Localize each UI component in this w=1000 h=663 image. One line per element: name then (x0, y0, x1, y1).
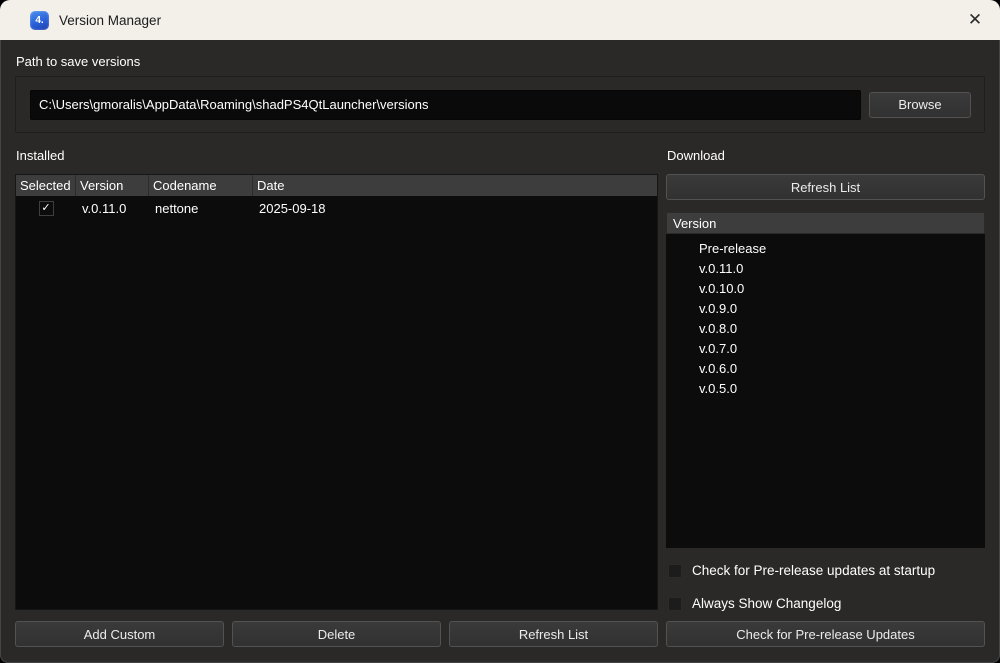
list-item[interactable]: Pre-release (666, 239, 985, 259)
download-list-header[interactable]: Version (666, 212, 985, 234)
column-header-selected[interactable]: Selected (16, 175, 76, 196)
checkbox-label: Always Show Changelog (692, 596, 841, 611)
column-header-codename[interactable]: Codename (149, 175, 253, 196)
download-version-list: Pre-release v.0.11.0 v.0.10.0 v.0.9.0 v.… (666, 234, 985, 548)
shadps4-app-icon: 4. (30, 11, 49, 30)
download-label: Download (667, 148, 985, 164)
codename-cell: nettone (149, 201, 253, 216)
selected-cell: ✓ (16, 201, 76, 216)
refresh-list-button-bottom[interactable]: Refresh List (449, 621, 658, 647)
list-item[interactable]: v.0.9.0 (666, 299, 985, 319)
path-input[interactable] (30, 90, 861, 120)
installed-table-header: Selected Version Codename Date (16, 175, 657, 196)
list-item[interactable]: v.0.6.0 (666, 359, 985, 379)
list-item[interactable]: v.0.10.0 (666, 279, 985, 299)
installed-button-row: Add Custom Delete Refresh List (15, 621, 658, 647)
list-item[interactable]: v.0.7.0 (666, 339, 985, 359)
list-item[interactable]: v.0.5.0 (666, 379, 985, 399)
installed-table-body: ✓ v.0.11.0 nettone 2025-09-18 (16, 196, 657, 609)
title-bar: 4. Version Manager ✕ (0, 0, 1000, 40)
installed-label: Installed (16, 148, 658, 164)
list-item[interactable]: v.0.8.0 (666, 319, 985, 339)
delete-button[interactable]: Delete (232, 621, 441, 647)
date-cell: 2025-09-18 (253, 201, 657, 216)
check-prerelease-updates-button[interactable]: Check for Pre-release Updates (666, 621, 985, 647)
browse-button[interactable]: Browse (869, 92, 971, 118)
window-title: Version Manager (59, 13, 161, 28)
checkbox-label: Check for Pre-release updates at startup (692, 563, 935, 578)
always-show-changelog-checkbox-row[interactable]: Always Show Changelog (668, 596, 985, 611)
column-header-date[interactable]: Date (253, 175, 657, 196)
checkbox-unchecked[interactable] (668, 564, 682, 578)
version-manager-window: 4. Version Manager ✕ Path to save versio… (0, 0, 1000, 663)
row-checkbox-checked[interactable]: ✓ (39, 201, 54, 216)
prerelease-startup-checkbox-row[interactable]: Check for Pre-release updates at startup (668, 563, 985, 578)
add-custom-button[interactable]: Add Custom (15, 621, 224, 647)
table-row[interactable]: ✓ v.0.11.0 nettone 2025-09-18 (16, 198, 657, 219)
dialog-body: Path to save versions Browse Installed S… (0, 40, 1000, 663)
installed-panel: Installed Selected Version Codename Date… (15, 148, 658, 647)
list-item[interactable]: v.0.11.0 (666, 259, 985, 279)
checkbox-unchecked[interactable] (668, 597, 682, 611)
installed-table: Selected Version Codename Date ✓ v.0.11.… (15, 174, 658, 610)
path-group-label: Path to save versions (16, 54, 985, 70)
download-panel: Download Refresh List Version Pre-releas… (666, 148, 985, 647)
main-area: Installed Selected Version Codename Date… (15, 148, 985, 647)
version-cell: v.0.11.0 (76, 201, 149, 216)
close-icon[interactable]: ✕ (958, 4, 992, 36)
column-header-version[interactable]: Version (76, 175, 149, 196)
path-groupbox: Browse (15, 76, 985, 133)
refresh-list-button-top[interactable]: Refresh List (666, 174, 985, 200)
